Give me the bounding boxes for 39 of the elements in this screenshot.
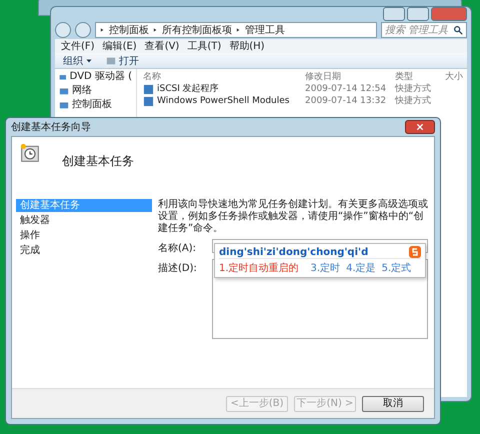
search-field[interactable]: 搜索 管理工具 bbox=[381, 22, 467, 38]
intro-text: 利用该向导快速地为常见任务创建计划。有关更多高级选项或设置，例如多任务操作或触发器，请使用“操作”窗格中的“创建任务”命令。 bbox=[158, 199, 428, 235]
column-header[interactable]: 名称 bbox=[143, 71, 305, 83]
field-label: 名称(A): bbox=[158, 242, 198, 255]
toolbar-button[interactable]: 组织 bbox=[63, 54, 92, 68]
column-header[interactable]: 修改日期 bbox=[305, 71, 395, 83]
wizard-button[interactable]: 取消 bbox=[362, 396, 424, 412]
menu-item[interactable]: 编辑(E) bbox=[102, 39, 137, 53]
wizard-step[interactable]: 操作 bbox=[16, 229, 152, 242]
pinyin-text: ding'shi'zi'dong'chong'qi'd bbox=[219, 246, 368, 258]
file-type: 快捷方式 bbox=[395, 95, 432, 107]
file-name[interactable]: iSCSI 发起程序 bbox=[143, 83, 305, 95]
field-label: 描述(D): bbox=[158, 262, 198, 275]
menu-item[interactable]: 查看(V) bbox=[144, 39, 180, 53]
menu-item[interactable]: 工具(T) bbox=[187, 39, 222, 53]
candidate[interactable]: 3.定时 bbox=[310, 261, 340, 275]
file-date: 2009-07-14 13:32 bbox=[305, 95, 388, 107]
nav-item[interactable]: 控制面板 bbox=[59, 99, 132, 111]
wizard-heading: 创建基本任务 bbox=[62, 153, 134, 170]
nav-item[interactable]: DVD 驱动器 ( bbox=[59, 71, 132, 83]
column-header[interactable]: 类型 bbox=[395, 71, 445, 83]
menu-item[interactable]: 帮助(H) bbox=[229, 39, 265, 53]
candidate[interactable]: 5.定式 bbox=[382, 261, 412, 275]
file-date: 2009-07-14 12:54 bbox=[305, 83, 388, 95]
address-bar[interactable]: 控制面板 所有控制面板项 管理工具 bbox=[95, 22, 377, 38]
column-header[interactable]: 大小 bbox=[445, 71, 463, 83]
window-title: 创建基本任务向导 bbox=[11, 120, 91, 134]
menu-item[interactable]: 文件(F) bbox=[61, 39, 95, 53]
wizard-step[interactable]: 完成 bbox=[16, 244, 152, 257]
candidate[interactable]: 1.定时自动重启的 bbox=[219, 261, 299, 275]
wizard-step[interactable]: 触发器 bbox=[16, 214, 152, 227]
toolbar-button[interactable]: 打开 bbox=[106, 54, 139, 68]
nav-item[interactable]: 网络 bbox=[59, 85, 132, 97]
file-type: 快捷方式 bbox=[395, 83, 432, 95]
breadcrumb-item[interactable]: 控制面板 bbox=[109, 23, 149, 37]
file-name[interactable]: Windows PowerShell Modules bbox=[143, 95, 305, 107]
candidate[interactable]: 4.定是 bbox=[346, 261, 376, 275]
breadcrumb-item[interactable]: 所有控制面板项 bbox=[162, 23, 232, 37]
breadcrumb-item[interactable]: 管理工具 bbox=[245, 23, 285, 37]
